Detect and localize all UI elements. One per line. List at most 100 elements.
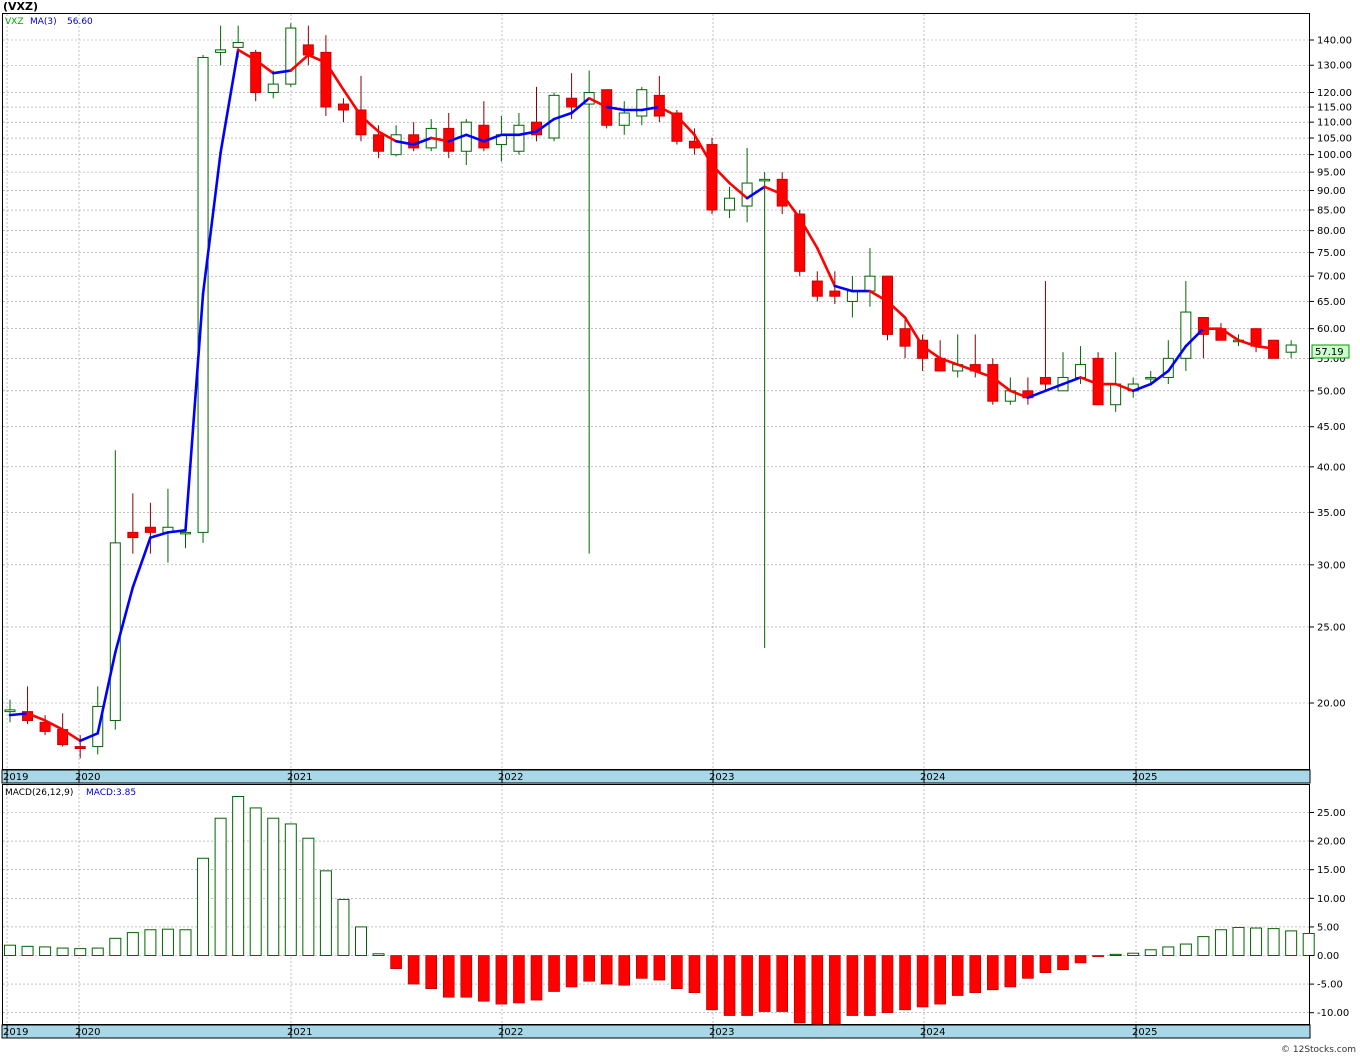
macd-bar xyxy=(425,955,438,989)
candle-body xyxy=(215,49,227,53)
macd-bar xyxy=(530,955,543,1001)
macd-bar xyxy=(21,945,34,957)
macd-bar xyxy=(1232,926,1245,956)
candle-body xyxy=(1075,364,1087,378)
macd-bar xyxy=(1057,955,1069,971)
macd-bar xyxy=(91,947,104,957)
x-tick-label: 2023 xyxy=(709,772,734,783)
x-tick-label: 2023 xyxy=(709,1027,734,1038)
candle-body xyxy=(706,144,718,211)
macd-bar xyxy=(1285,930,1298,956)
price-tick-label: 20.00 xyxy=(1317,699,1346,710)
macd-bar xyxy=(284,823,297,956)
candle-body xyxy=(74,746,86,749)
candle-body xyxy=(267,83,279,94)
macd-bar xyxy=(74,948,87,956)
macd-legend-label: MACD(26,12,9) xyxy=(5,788,73,798)
price-tick-label: 50.00 xyxy=(1317,386,1346,397)
candle-body xyxy=(109,542,121,721)
macd-bar xyxy=(1214,929,1227,957)
macd-bar xyxy=(671,955,683,989)
candle-body xyxy=(899,328,911,347)
macd-bar xyxy=(1197,936,1210,957)
macd-bar xyxy=(1022,955,1034,979)
macd-bar xyxy=(478,955,490,1002)
macd-tick-label: -5.00 xyxy=(1317,980,1343,991)
price-tick-label: 30.00 xyxy=(1317,560,1346,571)
price-tick-label: 140.00 xyxy=(1317,36,1352,47)
candle-body xyxy=(987,364,999,402)
macd-tick-label: 25.00 xyxy=(1317,808,1346,819)
x-tick-label: 2024 xyxy=(920,772,945,783)
macd-bar xyxy=(1039,955,1052,973)
x-tick-label: 2020 xyxy=(75,1027,100,1038)
candle-body xyxy=(513,124,525,152)
macd-bar xyxy=(1162,946,1175,956)
candle-body xyxy=(759,178,771,182)
macd-bar xyxy=(864,955,876,1016)
macd-y-axis: 25.00 20.00 15.00 10.00 5.00 0.00 -5.00 -10.00 xyxy=(1309,808,1349,1019)
price-tick-label: 90.00 xyxy=(1317,186,1346,197)
x-tick-label: 2021 xyxy=(287,1027,312,1038)
macd-bar xyxy=(390,955,402,969)
macd-bar xyxy=(4,944,16,956)
macd-bar xyxy=(355,926,367,957)
price-tick-label: 70.00 xyxy=(1317,272,1346,283)
candle-body xyxy=(144,526,156,533)
macd-bar xyxy=(1144,949,1157,957)
x-tick-label: 2025 xyxy=(1132,772,1157,783)
candle-body xyxy=(373,134,385,152)
macd-bar xyxy=(319,870,332,956)
price-tick-label: 35.00 xyxy=(1317,508,1346,519)
macd-tick-label: 20.00 xyxy=(1317,837,1346,848)
macd-tick-label: 10.00 xyxy=(1317,894,1346,905)
macd-bar xyxy=(741,955,753,1016)
candle xyxy=(1092,352,1104,406)
candle-body xyxy=(864,275,876,292)
macd-bar xyxy=(1004,955,1017,988)
macd-bar xyxy=(1250,927,1263,957)
macd-bar xyxy=(548,955,560,992)
price-tick-label: 75.00 xyxy=(1317,248,1346,259)
chart-canvas: 140.00 130.00 120.00 115.00 110.00 105.00 100.… xyxy=(1,13,1352,1039)
candle-body xyxy=(1250,328,1262,347)
price-tick-label: 110.00 xyxy=(1317,118,1352,129)
legend-ma-value: 56.60 xyxy=(67,17,93,27)
macd-bar xyxy=(442,955,455,998)
candle-body xyxy=(829,290,841,297)
macd-bar xyxy=(1179,943,1192,956)
macd-bar xyxy=(653,955,666,981)
x-tick-label: 2022 xyxy=(498,1027,523,1038)
macd-bar xyxy=(758,955,771,1012)
candle-body xyxy=(724,197,736,211)
candle-body xyxy=(180,531,191,535)
x-tick-label: 2021 xyxy=(287,772,312,783)
candle xyxy=(882,275,893,341)
candle-body xyxy=(1285,344,1297,353)
macd-bar xyxy=(302,837,315,956)
macd-bar xyxy=(1092,955,1104,957)
price-x-axis-band xyxy=(1,769,1311,784)
x-tick-label: 2020 xyxy=(75,772,100,783)
last-price-label: 57.19 xyxy=(1315,347,1344,358)
macd-bar xyxy=(214,817,227,956)
price-tick-label: 95.00 xyxy=(1317,168,1346,179)
candle-body xyxy=(1039,376,1051,385)
macd-bar xyxy=(969,955,982,993)
candle-body xyxy=(285,27,297,85)
candle-body xyxy=(337,103,349,111)
candle-body xyxy=(618,112,630,126)
candle-body xyxy=(478,124,490,149)
macd-tick-label: 0.00 xyxy=(1317,951,1339,962)
candle-body xyxy=(1145,376,1157,380)
macd-tick-label: 5.00 xyxy=(1317,922,1339,933)
macd-bar xyxy=(1267,928,1280,957)
candle-body xyxy=(232,41,244,48)
macd-bar xyxy=(1109,953,1122,957)
macd-bar xyxy=(144,929,157,957)
candle-body xyxy=(846,290,858,302)
macd-bar xyxy=(1074,955,1087,964)
candle xyxy=(601,89,613,129)
macd-bar xyxy=(934,955,946,1005)
candle xyxy=(285,23,297,87)
